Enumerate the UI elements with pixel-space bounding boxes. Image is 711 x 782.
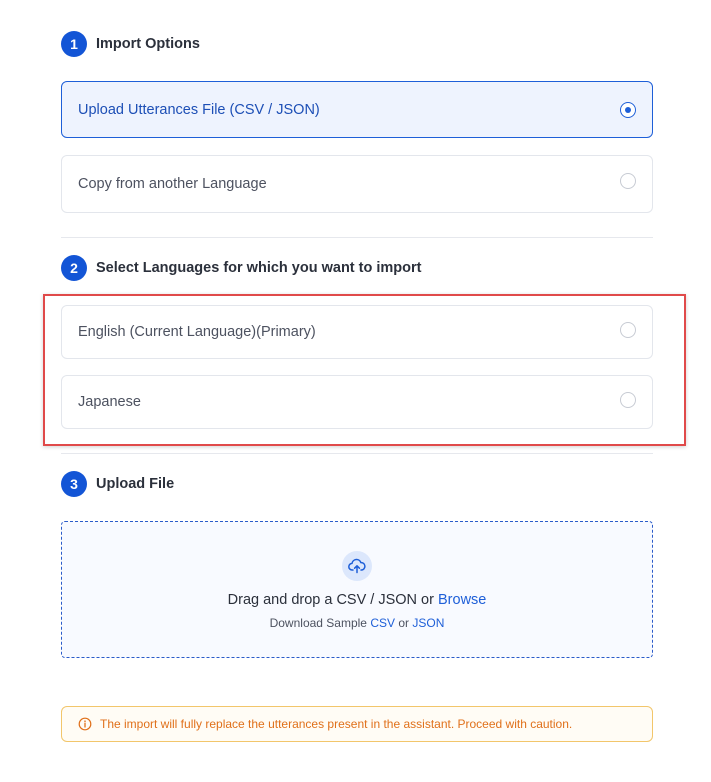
caution-banner: The import will fully replace the uttera… bbox=[61, 706, 653, 742]
step-2-header: 2 Select Languages for which you want to… bbox=[61, 255, 421, 281]
step-number-badge: 2 bbox=[61, 255, 87, 281]
section-divider bbox=[61, 453, 653, 454]
sample-or-text: or bbox=[398, 616, 410, 630]
drag-drop-text: Drag and drop a CSV / JSON or bbox=[227, 592, 434, 608]
step-title: Select Languages for which you want to i… bbox=[96, 260, 422, 276]
step-title: Upload File bbox=[96, 476, 175, 492]
step-number-badge: 1 bbox=[61, 31, 87, 57]
option-label: Upload Utterances File (CSV / JSON) bbox=[78, 101, 320, 118]
option-label: Copy from another Language bbox=[78, 176, 267, 192]
import-option-upload-file[interactable]: Upload Utterances File (CSV / JSON) bbox=[61, 81, 653, 138]
caution-text: The import will fully replace the uttera… bbox=[100, 717, 573, 731]
step-3-header: 3 Upload File bbox=[61, 471, 174, 497]
cloud-upload-icon bbox=[342, 551, 372, 581]
browse-link[interactable]: Browse bbox=[438, 592, 486, 608]
step-1-header: 1 Import Options bbox=[61, 31, 200, 57]
sample-csv-link[interactable]: CSV bbox=[370, 616, 395, 630]
annotation-highlight-box bbox=[43, 294, 686, 446]
info-circle-icon bbox=[78, 717, 92, 731]
file-dropzone[interactable]: Drag and drop a CSV / JSON or Browse Dow… bbox=[61, 521, 653, 658]
dropzone-instructions: Drag and drop a CSV / JSON or Browse bbox=[228, 592, 487, 608]
download-sample-row: Download Sample CSV or JSON bbox=[270, 616, 445, 630]
section-divider bbox=[61, 237, 653, 238]
radio-button-checked[interactable] bbox=[620, 101, 636, 118]
step-number-badge: 3 bbox=[61, 471, 87, 497]
sample-json-link[interactable]: JSON bbox=[412, 616, 444, 630]
step-title: Import Options bbox=[96, 36, 200, 52]
download-sample-label: Download Sample bbox=[269, 616, 367, 630]
radio-button[interactable] bbox=[620, 173, 636, 189]
import-option-copy-language[interactable]: Copy from another Language bbox=[61, 155, 653, 213]
